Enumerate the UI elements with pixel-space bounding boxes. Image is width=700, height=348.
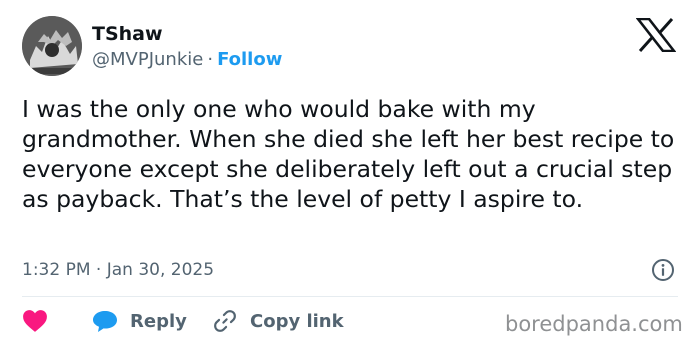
link-icon bbox=[214, 310, 236, 332]
author-handle[interactable]: @MVPJunkie bbox=[92, 49, 203, 70]
reply-label: Reply bbox=[130, 310, 187, 332]
divider bbox=[22, 296, 678, 297]
avatar-image bbox=[22, 16, 82, 76]
x-logo-icon[interactable] bbox=[635, 17, 677, 53]
follow-button[interactable]: Follow bbox=[217, 49, 282, 70]
author-name[interactable]: TShaw bbox=[92, 22, 163, 46]
watermark: boredpanda.com bbox=[505, 312, 683, 336]
tweet-timestamp[interactable]: 1:32 PM · Jan 30, 2025 bbox=[22, 258, 214, 282]
copy-link-label: Copy link bbox=[250, 310, 344, 332]
info-icon[interactable] bbox=[651, 258, 675, 282]
tweet-text: I was the only one who would bake with m… bbox=[22, 95, 675, 213]
heart-icon bbox=[23, 310, 47, 332]
separator-dot: · bbox=[207, 49, 214, 70]
avatar[interactable] bbox=[22, 16, 82, 76]
author-meta: @MVPJunkie · Follow bbox=[92, 48, 282, 72]
reply-button[interactable]: Reply bbox=[92, 306, 187, 336]
speech-bubble-icon bbox=[93, 311, 117, 332]
copy-link-button[interactable]: Copy link bbox=[212, 306, 344, 336]
like-button[interactable] bbox=[22, 306, 48, 336]
